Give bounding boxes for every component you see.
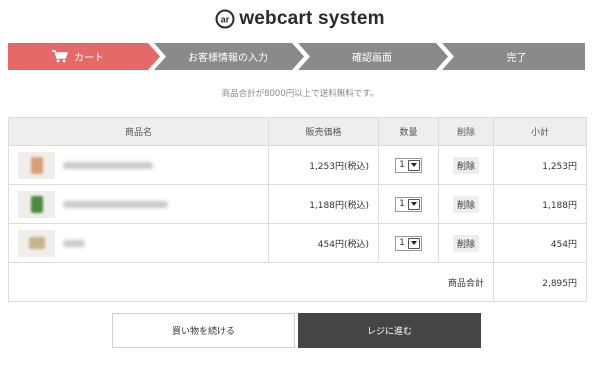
svg-text:ar: ar [221, 15, 230, 25]
product-cell [10, 151, 267, 179]
step-cart: カート [8, 43, 148, 70]
header-quantity: 数量 [378, 117, 439, 146]
total-row: 商品合計 2,895円 [8, 262, 587, 302]
header: ar webcart system [0, 6, 600, 32]
step-label: カート [74, 53, 104, 64]
continue-shopping-button[interactable]: 買い物を続ける [112, 313, 295, 348]
delete-button[interactable]: 削除 [452, 156, 479, 174]
chevron-down-icon [407, 198, 420, 210]
product-price: 1,188円(税込) [268, 184, 379, 224]
product-thumbnail[interactable] [18, 190, 55, 218]
chevron-down-icon [407, 159, 420, 171]
product-name-blurred[interactable] [63, 200, 168, 208]
product-price: 1,253円(税込) [268, 145, 379, 185]
quantity-value: 1 [399, 160, 405, 170]
step-customer-info: お客様情報の入力 [160, 43, 296, 70]
total-value: 2,895円 [493, 262, 587, 302]
row-subtotal: 454円 [493, 223, 587, 263]
quantity-select[interactable]: 1 [395, 157, 422, 173]
table-row: 1,253円(税込) 1 削除 1,253円 [8, 145, 587, 185]
checkout-steps: カート お客様情報の入力 確認画面 完了 [8, 43, 585, 70]
delete-button[interactable]: 削除 [452, 234, 479, 252]
checkout-button[interactable]: レジに進む [298, 313, 481, 348]
header-delete: 削除 [438, 117, 494, 146]
product-name-blurred[interactable] [63, 161, 153, 169]
product-thumbnail[interactable] [18, 151, 55, 179]
logo[interactable]: ar webcart system [215, 8, 384, 30]
chevron-down-icon [407, 237, 420, 249]
row-subtotal: 1,253円 [493, 145, 587, 185]
brand-name: webcart system [239, 8, 385, 29]
total-label: 商品合計 [8, 262, 494, 302]
product-name-blurred[interactable] [63, 239, 85, 247]
row-subtotal: 1,188円 [493, 184, 587, 224]
table-header-row: 商品名 販売価格 数量 削除 小計 [8, 117, 587, 146]
quantity-value: 1 [399, 238, 405, 248]
cart-table: 商品名 販売価格 数量 削除 小計 1,253円(税込) 1 削除 1,253円… [8, 117, 587, 302]
quantity-select[interactable]: 1 [395, 235, 422, 251]
product-price: 454円(税込) [268, 223, 379, 263]
logo-mark-icon: ar [215, 9, 235, 29]
product-cell [10, 229, 267, 257]
free-shipping-notice: 商品合計が8000円以上で送料無料です。 [221, 89, 379, 99]
step-confirm: 確認画面 [304, 43, 440, 70]
product-cell [10, 190, 267, 218]
step-label: お客様情報の入力 [188, 53, 268, 64]
step-complete: 完了 [448, 43, 585, 70]
header-product-name: 商品名 [8, 117, 269, 146]
table-row: 1,188円(税込) 1 削除 1,188円 [8, 184, 587, 224]
step-label: 完了 [506, 53, 527, 64]
table-row: 454円(税込) 1 削除 454円 [8, 223, 587, 263]
header-subtotal: 小計 [493, 117, 587, 146]
delete-button[interactable]: 削除 [452, 195, 479, 213]
product-thumbnail[interactable] [18, 229, 55, 257]
step-label: 確認画面 [352, 53, 392, 64]
header-price: 販売価格 [268, 117, 379, 146]
cart-icon [52, 50, 68, 63]
quantity-value: 1 [399, 199, 405, 209]
quantity-select[interactable]: 1 [395, 196, 422, 212]
